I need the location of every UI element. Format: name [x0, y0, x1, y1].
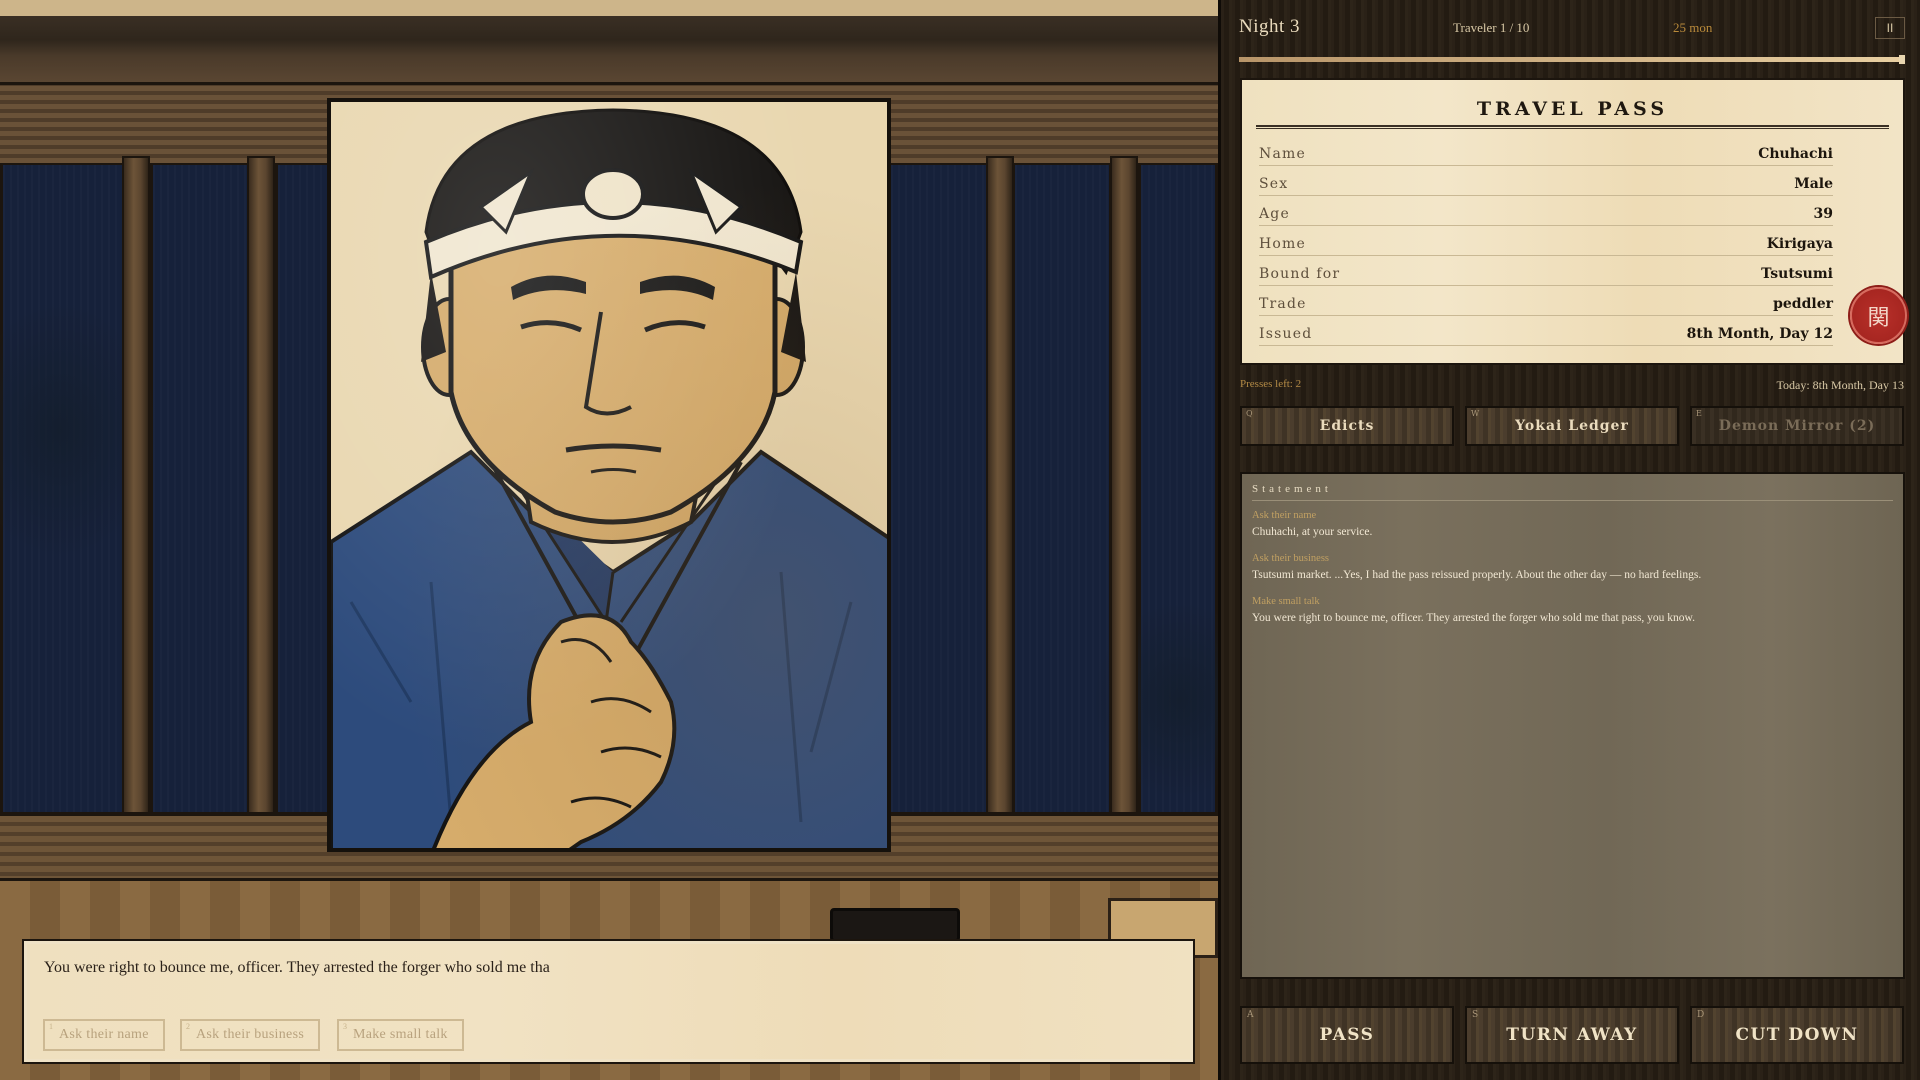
hotkey-label: 1 — [49, 1022, 54, 1031]
title-divider — [1256, 125, 1889, 129]
field-label: Name — [1259, 146, 1306, 162]
roof-beam — [0, 0, 1218, 82]
hotkey-label: D — [1697, 1010, 1706, 1020]
travel-pass-document[interactable]: TRAVEL PASS Name Chuhachi Sex Male Age 3… — [1240, 78, 1907, 365]
field-label: Trade — [1259, 296, 1307, 312]
hotkey-label: W — [1471, 409, 1481, 418]
pass-field-sex[interactable]: Sex Male — [1259, 168, 1833, 196]
money-counter: 25 mon — [1673, 20, 1713, 35]
field-value: Tsutsumi — [1761, 266, 1833, 282]
tool-label: Demon Mirror (2) — [1718, 418, 1876, 434]
night-window — [150, 165, 250, 815]
statement-answer: Tsutsumi market. ...Yes, I had the pass … — [1252, 569, 1702, 581]
demon-mirror-button[interactable]: E Demon Mirror (2) — [1690, 406, 1904, 446]
question-label: Ask their business — [196, 1027, 305, 1042]
dialogue-box: You were right to bounce me, officer. Th… — [22, 939, 1195, 1064]
field-value: Chuhachi — [1758, 146, 1833, 162]
pass-field-issued[interactable]: Issued 8th Month, Day 12 — [1259, 318, 1833, 346]
field-label: Sex — [1259, 176, 1289, 192]
field-label: Bound for — [1259, 266, 1341, 282]
action-label: PASS — [1319, 1025, 1375, 1045]
dialogue-text: You were right to bounce me, officer. Th… — [44, 959, 550, 976]
action-label: TURN AWAY — [1506, 1025, 1638, 1045]
ask-business-button[interactable]: 2 Ask their business — [180, 1019, 321, 1051]
yokai-ledger-button[interactable]: W Yokai Ledger — [1465, 406, 1679, 446]
field-label: Issued — [1259, 326, 1313, 342]
pass-field-destination[interactable]: Bound for Tsutsumi — [1259, 258, 1833, 286]
small-talk-button[interactable]: 3 Make small talk — [337, 1019, 464, 1051]
pass-field-trade[interactable]: Trade peddler — [1259, 288, 1833, 316]
traveler-counter: Traveler 1 / 10 — [1453, 20, 1530, 35]
pause-button[interactable]: II — [1875, 17, 1905, 39]
hotkey-label: S — [1472, 1010, 1480, 1020]
action-label: CUT DOWN — [1735, 1025, 1859, 1045]
checkpoint-seal-stamp: 関 — [1850, 287, 1907, 344]
tool-label: Edicts — [1319, 418, 1375, 434]
night-window — [888, 165, 992, 815]
travel-pass-title: TRAVEL PASS — [1476, 98, 1669, 120]
pass-field-home[interactable]: Home Kirigaya — [1259, 228, 1833, 256]
tool-label: Yokai Ledger — [1515, 418, 1629, 434]
turn-away-button[interactable]: S TURN AWAY — [1465, 1006, 1679, 1064]
cut-down-button[interactable]: D CUT DOWN — [1690, 1006, 1904, 1064]
pass-button[interactable]: A PASS — [1240, 1006, 1454, 1064]
presses-left: Presses left: 2 — [1240, 378, 1302, 390]
statement-divider — [1252, 500, 1893, 501]
field-value: peddler — [1773, 296, 1833, 312]
field-value: Male — [1794, 176, 1833, 192]
field-value: 39 — [1813, 206, 1833, 222]
hotkey-label: 2 — [186, 1022, 191, 1031]
statement-log: Statement Ask their name Chuhachi, at yo… — [1240, 472, 1905, 979]
pass-field-age[interactable]: Age 39 — [1259, 198, 1833, 226]
progress-knob — [1899, 55, 1905, 64]
question-label: Make small talk — [353, 1027, 448, 1042]
current-date: Today: 8th Month, Day 13 — [1776, 378, 1904, 392]
traveler-portrait — [327, 98, 891, 852]
statement-answer: You were right to bounce me, officer. Th… — [1252, 612, 1695, 624]
window-post — [986, 156, 1014, 818]
checkpoint-scene: You were right to bounce me, officer. Th… — [0, 0, 1218, 1080]
night-progress-bar — [1239, 55, 1905, 64]
field-value: Kirigaya — [1766, 236, 1833, 252]
question-label: Ask their name — [59, 1027, 149, 1042]
statement-question: Ask their business — [1252, 553, 1329, 564]
window-post — [247, 156, 275, 818]
window-post — [1110, 156, 1138, 818]
hotkey-label: E — [1696, 409, 1703, 418]
statement-question: Ask their name — [1252, 510, 1317, 521]
edicts-button[interactable]: Q Edicts — [1240, 406, 1454, 446]
hotkey-label: A — [1247, 1010, 1255, 1020]
field-label: Home — [1259, 236, 1306, 252]
field-value: 8th Month, Day 12 — [1686, 326, 1833, 342]
ask-name-button[interactable]: 1 Ask their name — [43, 1019, 165, 1051]
field-label: Age — [1259, 206, 1290, 222]
statement-answer: Chuhachi, at your service. — [1252, 526, 1373, 538]
progress-fill — [1239, 57, 1903, 62]
inspection-panel: Night 3 Traveler 1 / 10 25 mon II TRAVEL… — [1218, 0, 1920, 1080]
pass-field-name[interactable]: Name Chuhachi — [1259, 138, 1833, 166]
window-post — [122, 156, 150, 818]
hotkey-label: 3 — [343, 1022, 348, 1031]
inkstone — [830, 908, 960, 942]
traveler-figure — [331, 108, 887, 848]
night-counter: Night 3 — [1239, 16, 1301, 37]
statement-question: Make small talk — [1252, 596, 1320, 607]
hotkey-label: Q — [1246, 409, 1254, 418]
statement-title: Statement — [1252, 483, 1332, 495]
night-window — [275, 165, 335, 815]
